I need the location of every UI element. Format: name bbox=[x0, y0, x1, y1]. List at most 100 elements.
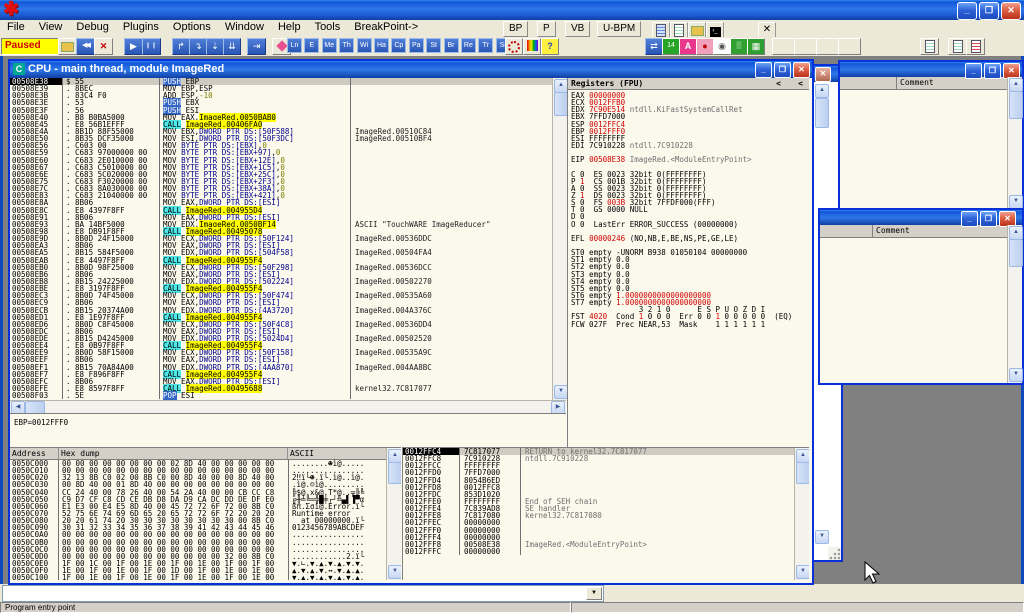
menu-debug[interactable]: Debug bbox=[69, 20, 115, 37]
plugin-stop-button[interactable]: ● bbox=[696, 38, 714, 55]
scroll-up-icon[interactable]: ▲ bbox=[815, 84, 829, 98]
menu-breakpoint[interactable]: BreakPoint-> bbox=[347, 20, 425, 37]
command-input[interactable]: ▼ bbox=[2, 585, 604, 602]
plugin-a-button[interactable]: A bbox=[679, 38, 697, 55]
toolbar-cp-button[interactable]: Cp bbox=[391, 38, 406, 53]
help-button[interactable]: ? bbox=[541, 38, 559, 55]
step-into-button[interactable]: ↱ bbox=[172, 38, 190, 55]
scrollbar-thumb[interactable] bbox=[554, 92, 568, 116]
stack-row[interactable]: 0012FFF000000000 bbox=[403, 527, 795, 534]
dump-header-hex[interactable]: Hex dump bbox=[59, 448, 288, 459]
scrollbar-thumb[interactable] bbox=[815, 98, 829, 128]
scroll-up-icon[interactable]: ▲ bbox=[796, 449, 809, 463]
plugin-grid-button[interactable]: ▦ bbox=[747, 38, 765, 55]
restart-button[interactable]: ◀◀ bbox=[76, 38, 95, 55]
doc-button-2[interactable] bbox=[948, 38, 967, 55]
doc-button-1[interactable] bbox=[920, 38, 939, 55]
run-button[interactable]: ▶ bbox=[124, 38, 143, 55]
stack-row[interactable]: 0012FFE87C817080kernel32.7C817080 bbox=[403, 512, 795, 519]
scroll-up-icon[interactable]: ▲ bbox=[554, 79, 568, 93]
scrollbar-thumb[interactable] bbox=[1009, 91, 1023, 119]
disassembly-hscrollbar[interactable]: ◀ ▶ bbox=[10, 400, 566, 414]
plugin-swap-button[interactable]: ⇄ bbox=[645, 38, 663, 55]
close-button[interactable]: ✕ bbox=[1001, 2, 1021, 20]
dump-header-address[interactable]: Address bbox=[10, 448, 59, 459]
notes-icon[interactable] bbox=[652, 22, 670, 38]
window-comment-top[interactable]: _ ❐ ✕ Comment ▲ ▼ bbox=[838, 60, 1024, 212]
menu-file[interactable]: File bbox=[0, 20, 32, 37]
maximize-button[interactable]: ❐ bbox=[980, 211, 997, 227]
scrollbar-thumb[interactable] bbox=[388, 462, 401, 484]
toolbar-th-button[interactable]: Th bbox=[339, 38, 354, 53]
toolbar-br-button[interactable]: Br bbox=[444, 38, 459, 53]
disasm-row[interactable]: 00508F03. 5EPOP ESI bbox=[10, 392, 552, 399]
appearance-button[interactable] bbox=[523, 38, 541, 55]
open-file-button[interactable] bbox=[58, 38, 77, 55]
menu-options[interactable]: Options bbox=[166, 20, 218, 37]
pause-button[interactable]: ❙❙ bbox=[142, 38, 161, 55]
toolbar-st-button[interactable]: St bbox=[426, 38, 441, 53]
stack-row[interactable]: 0012FFC47C817077RETURN to kernel32.7C817… bbox=[403, 448, 795, 455]
menu-tools[interactable]: Tools bbox=[308, 20, 348, 37]
toolbar-ln-button[interactable]: Ln bbox=[287, 38, 302, 53]
stack-row[interactable]: 0012FFD80012FFC8 bbox=[403, 484, 795, 491]
scroll-down-icon[interactable]: ▼ bbox=[815, 530, 829, 544]
folder-icon[interactable] bbox=[688, 22, 706, 38]
scroll-up-icon[interactable]: ▲ bbox=[388, 449, 401, 463]
stack-row[interactable]: 0012FFF800508E38ImageRed.<ModuleEntryPoi… bbox=[403, 541, 795, 548]
close-button[interactable]: ✕ bbox=[793, 62, 810, 78]
dump-header-ascii[interactable]: ASCII bbox=[288, 448, 387, 459]
scroll-down-icon[interactable]: ▼ bbox=[796, 565, 809, 579]
blank-button-4[interactable] bbox=[838, 38, 861, 55]
minimize-button[interactable]: _ bbox=[961, 211, 978, 227]
menu-plugins[interactable]: Plugins bbox=[116, 20, 166, 37]
menu-help[interactable]: Help bbox=[271, 20, 308, 37]
scrollbar[interactable]: ▲ ▼ bbox=[1007, 77, 1022, 210]
maximize-button[interactable]: ❐ bbox=[774, 62, 791, 78]
minimize-button[interactable]: _ bbox=[965, 63, 982, 79]
collapse-icon[interactable]: < bbox=[776, 78, 781, 89]
blank-button-3[interactable] bbox=[816, 38, 839, 55]
collapse-icon[interactable]: < bbox=[798, 78, 803, 89]
disassembly-scrollbar[interactable]: ▲ ▼ bbox=[552, 78, 567, 400]
menu-window[interactable]: Window bbox=[218, 20, 271, 37]
scrollbar-thumb[interactable] bbox=[1009, 239, 1023, 267]
plugin-menu-p[interactable]: P bbox=[537, 21, 556, 37]
maximize-button[interactable]: ❐ bbox=[984, 63, 1001, 79]
close-icon[interactable]: ✕ bbox=[815, 67, 831, 82]
blank-button-1[interactable] bbox=[772, 38, 795, 55]
dump-row[interactable]: 0050C1001F 00 1E 00 1F 00 1E 00 1F 00 1E… bbox=[10, 574, 387, 580]
stack-row[interactable]: 0012FFD48054B6ED bbox=[403, 477, 795, 484]
dump-scrollbar[interactable]: ▲ ▼ bbox=[386, 448, 401, 580]
maximize-button[interactable]: ❐ bbox=[979, 2, 999, 20]
disasm-row[interactable]: 00508E3E. 53PUSH EBX bbox=[10, 99, 552, 106]
scroll-up-icon[interactable]: ▲ bbox=[1009, 78, 1023, 92]
stack-row[interactable]: 0012FFFC00000000 bbox=[403, 548, 795, 555]
plugin-dots-button[interactable]: ▒ bbox=[730, 38, 748, 55]
scroll-up-icon[interactable]: ▲ bbox=[1009, 226, 1023, 240]
step-over-button[interactable]: ↴ bbox=[189, 38, 207, 55]
toolbar-pa-button[interactable]: Pa bbox=[409, 38, 424, 53]
stack-scrollbar[interactable]: ▲ ▼ bbox=[794, 448, 809, 580]
disasm-row[interactable]: 00508E3B. 83C4 F0ADD ESP,-10 bbox=[10, 92, 552, 99]
register-line[interactable]: T 0 GS 0000 NULL bbox=[568, 206, 809, 213]
cpu-window-titlebar[interactable]: CCPU - main thread, module ImageRed _ ❐ … bbox=[10, 61, 812, 78]
console-icon[interactable]: ›_ bbox=[706, 22, 724, 38]
close-toolbar-icon[interactable]: ✕ bbox=[758, 22, 776, 38]
trace-into-button[interactable]: ⇣ bbox=[206, 38, 224, 55]
toolbar-ha-button[interactable]: Ha bbox=[374, 38, 389, 53]
stack-row[interactable]: 0012FFDC853D1020 bbox=[403, 491, 795, 498]
register-line[interactable]: O 0 LastErr ERROR_SUCCESS (00000000) bbox=[568, 221, 809, 228]
list-body[interactable] bbox=[820, 238, 1008, 383]
trace-over-button[interactable]: ⇊ bbox=[223, 38, 241, 55]
stack-row[interactable]: 0012FFCCFFFFFFFF bbox=[403, 462, 795, 469]
register-line[interactable]: EIP 00508E38 ImageRed.<ModuleEntryPoint> bbox=[568, 156, 809, 163]
window-comment-bottom[interactable]: _ ❐ ✕ Comment ▲ ▼ bbox=[818, 208, 1024, 385]
register-line[interactable]: EDI 7C910228 ntdll.7C910228 bbox=[568, 142, 809, 149]
stack-row[interactable]: 0012FFD07FFD7000 bbox=[403, 469, 795, 476]
plugin-14-button[interactable]: 14 bbox=[662, 38, 680, 55]
stack-row[interactable]: 0012FFC87C910228ntdll.7C910228 bbox=[403, 455, 795, 462]
disasm-row[interactable]: 00508EFE. E8 8597F8FFCALL ImageRed.00495… bbox=[10, 385, 552, 392]
toolbar-wi-button[interactable]: Wi bbox=[357, 38, 372, 53]
column-header-comment[interactable]: Comment bbox=[873, 225, 910, 237]
